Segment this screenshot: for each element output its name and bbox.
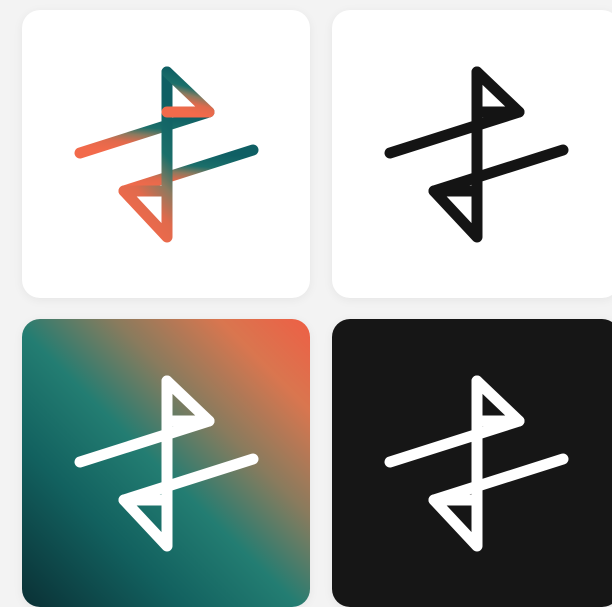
logo-tile-gradient-background [22,319,310,607]
logo-mark-icon [384,375,569,552]
logo-mark-icon [74,375,259,552]
logo-tile-black-mark [332,10,612,298]
logo-mark-icon [384,66,569,243]
logo-tile-gradient-mark [22,10,310,298]
logo-tile-dark-background [332,319,612,607]
logo-variants-grid [0,0,612,607]
logo-mark-icon [74,66,259,243]
